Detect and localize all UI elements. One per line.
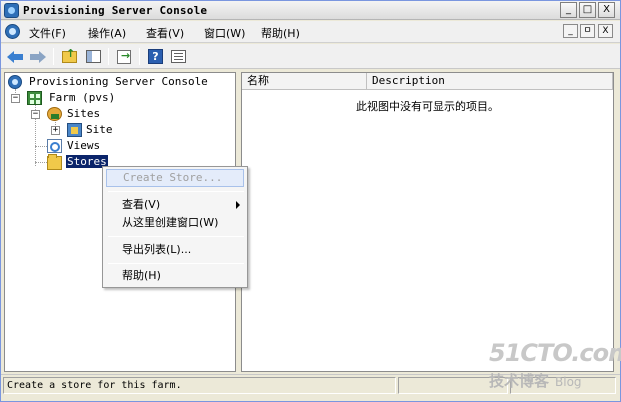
main-window: Provisioning Server Console _ □ X 文件(F) … [0,0,621,402]
column-header-name[interactable]: 名称 [242,73,367,89]
sites-expander[interactable]: − [31,110,40,119]
back-arrow-icon [7,51,23,63]
status-text: Create a store for this farm. [7,380,182,391]
back-button[interactable] [5,47,25,66]
toolbar-separator [108,48,109,65]
context-menu: Create Store... 查看(V) 从这里创建窗口(W) 导出列表(L)… [102,166,248,288]
watermark-blog-cn: 技术博客 [489,372,550,390]
tree-node-root-label: Provisioning Server Console [29,75,208,88]
site-icon [67,123,82,137]
menu-item-help[interactable]: 帮助(H) [106,267,244,285]
results-pane[interactable]: 名称 Description 此视图中没有可显示的项目。 [241,72,614,372]
menu-item-new-window-from-here[interactable]: 从这里创建窗口(W) [106,214,244,232]
console-menu-icon[interactable] [5,24,20,39]
close-button[interactable]: X [598,2,615,18]
watermark-site: 51CTO.com [489,339,621,367]
tree-line [35,146,47,147]
show-hide-tree-button[interactable] [83,47,103,66]
tree-node-root[interactable]: Provisioning Server Console [8,75,234,90]
column-header-description[interactable]: Description [367,73,613,89]
list-header: 名称 Description [242,73,613,90]
menu-window[interactable]: 窗口(W) [204,25,245,41]
empty-list-message: 此视图中没有可显示的项目。 [356,100,499,113]
help-icon: ? [148,49,163,64]
tree-node-site[interactable]: + Site [50,123,170,138]
menu-file[interactable]: 文件(F) [29,25,66,41]
status-cell-main: Create a store for this farm. [3,377,396,394]
views-icon [47,139,62,153]
minimize-button[interactable]: _ [560,2,577,18]
folder-up-icon [62,47,77,63]
menu-help[interactable]: 帮助(H) [261,25,300,41]
tree-node-views[interactable]: Views [47,139,167,154]
farm-expander[interactable]: − [11,94,20,103]
tree-node-farm-label: Farm (pvs) [49,91,116,104]
menu-separator [108,263,244,264]
site-expander[interactable]: + [51,126,60,135]
maximize-button[interactable]: □ [579,2,596,18]
toolbar-separator [53,48,54,65]
menu-bar: 文件(F) 操作(A) 查看(V) 窗口(W) 帮助(H) _ ㅁ X [1,21,620,43]
console-icon [8,75,22,89]
sites-icon [47,107,62,121]
menu-view[interactable]: 查看(V) [146,25,184,41]
tree-line [35,162,47,163]
window-title: Provisioning Server Console [23,4,208,17]
watermark-blog: 技术博客 Blog [489,370,582,391]
submenu-arrow-icon [236,201,240,209]
menu-action[interactable]: 操作(A) [88,25,126,41]
tree-node-sites-label: Sites [67,107,101,120]
title-bar[interactable]: Provisioning Server Console _ □ X [1,1,620,20]
farm-icon [27,91,42,105]
mdi-close-button[interactable]: X [598,24,613,38]
tree-node-sites[interactable]: − Sites [30,107,190,122]
watermark-blog-en: Blog [555,375,582,389]
menu-separator [108,236,244,237]
export-list-button[interactable] [114,47,134,66]
up-one-level-button[interactable] [59,47,79,66]
mdi-restore-button[interactable]: ㅁ [580,24,595,38]
properties-button[interactable] [168,47,188,66]
tree-node-site-label: Site [86,123,113,136]
menu-separator [108,191,244,192]
menu-item-export-list[interactable]: 导出列表(L)... [106,241,244,259]
mdi-minimize-button[interactable]: _ [563,24,578,38]
tree-node-farm[interactable]: − Farm (pvs) [10,91,210,106]
app-icon[interactable] [4,3,19,18]
tree-node-views-label: Views [67,139,101,152]
toolbar: ? [1,44,620,69]
forward-button[interactable] [28,47,48,66]
toolbar-separator [139,48,140,65]
properties-icon [171,50,186,63]
menu-item-view-label: 查看(V) [122,198,161,211]
menu-item-view[interactable]: 查看(V) [106,196,244,214]
forward-arrow-icon [30,51,46,63]
menu-item-create-store[interactable]: Create Store... [106,169,244,187]
help-button[interactable]: ? [145,47,165,66]
stores-folder-icon [47,154,62,170]
console-tree-icon [86,50,101,63]
export-list-icon [117,49,131,64]
